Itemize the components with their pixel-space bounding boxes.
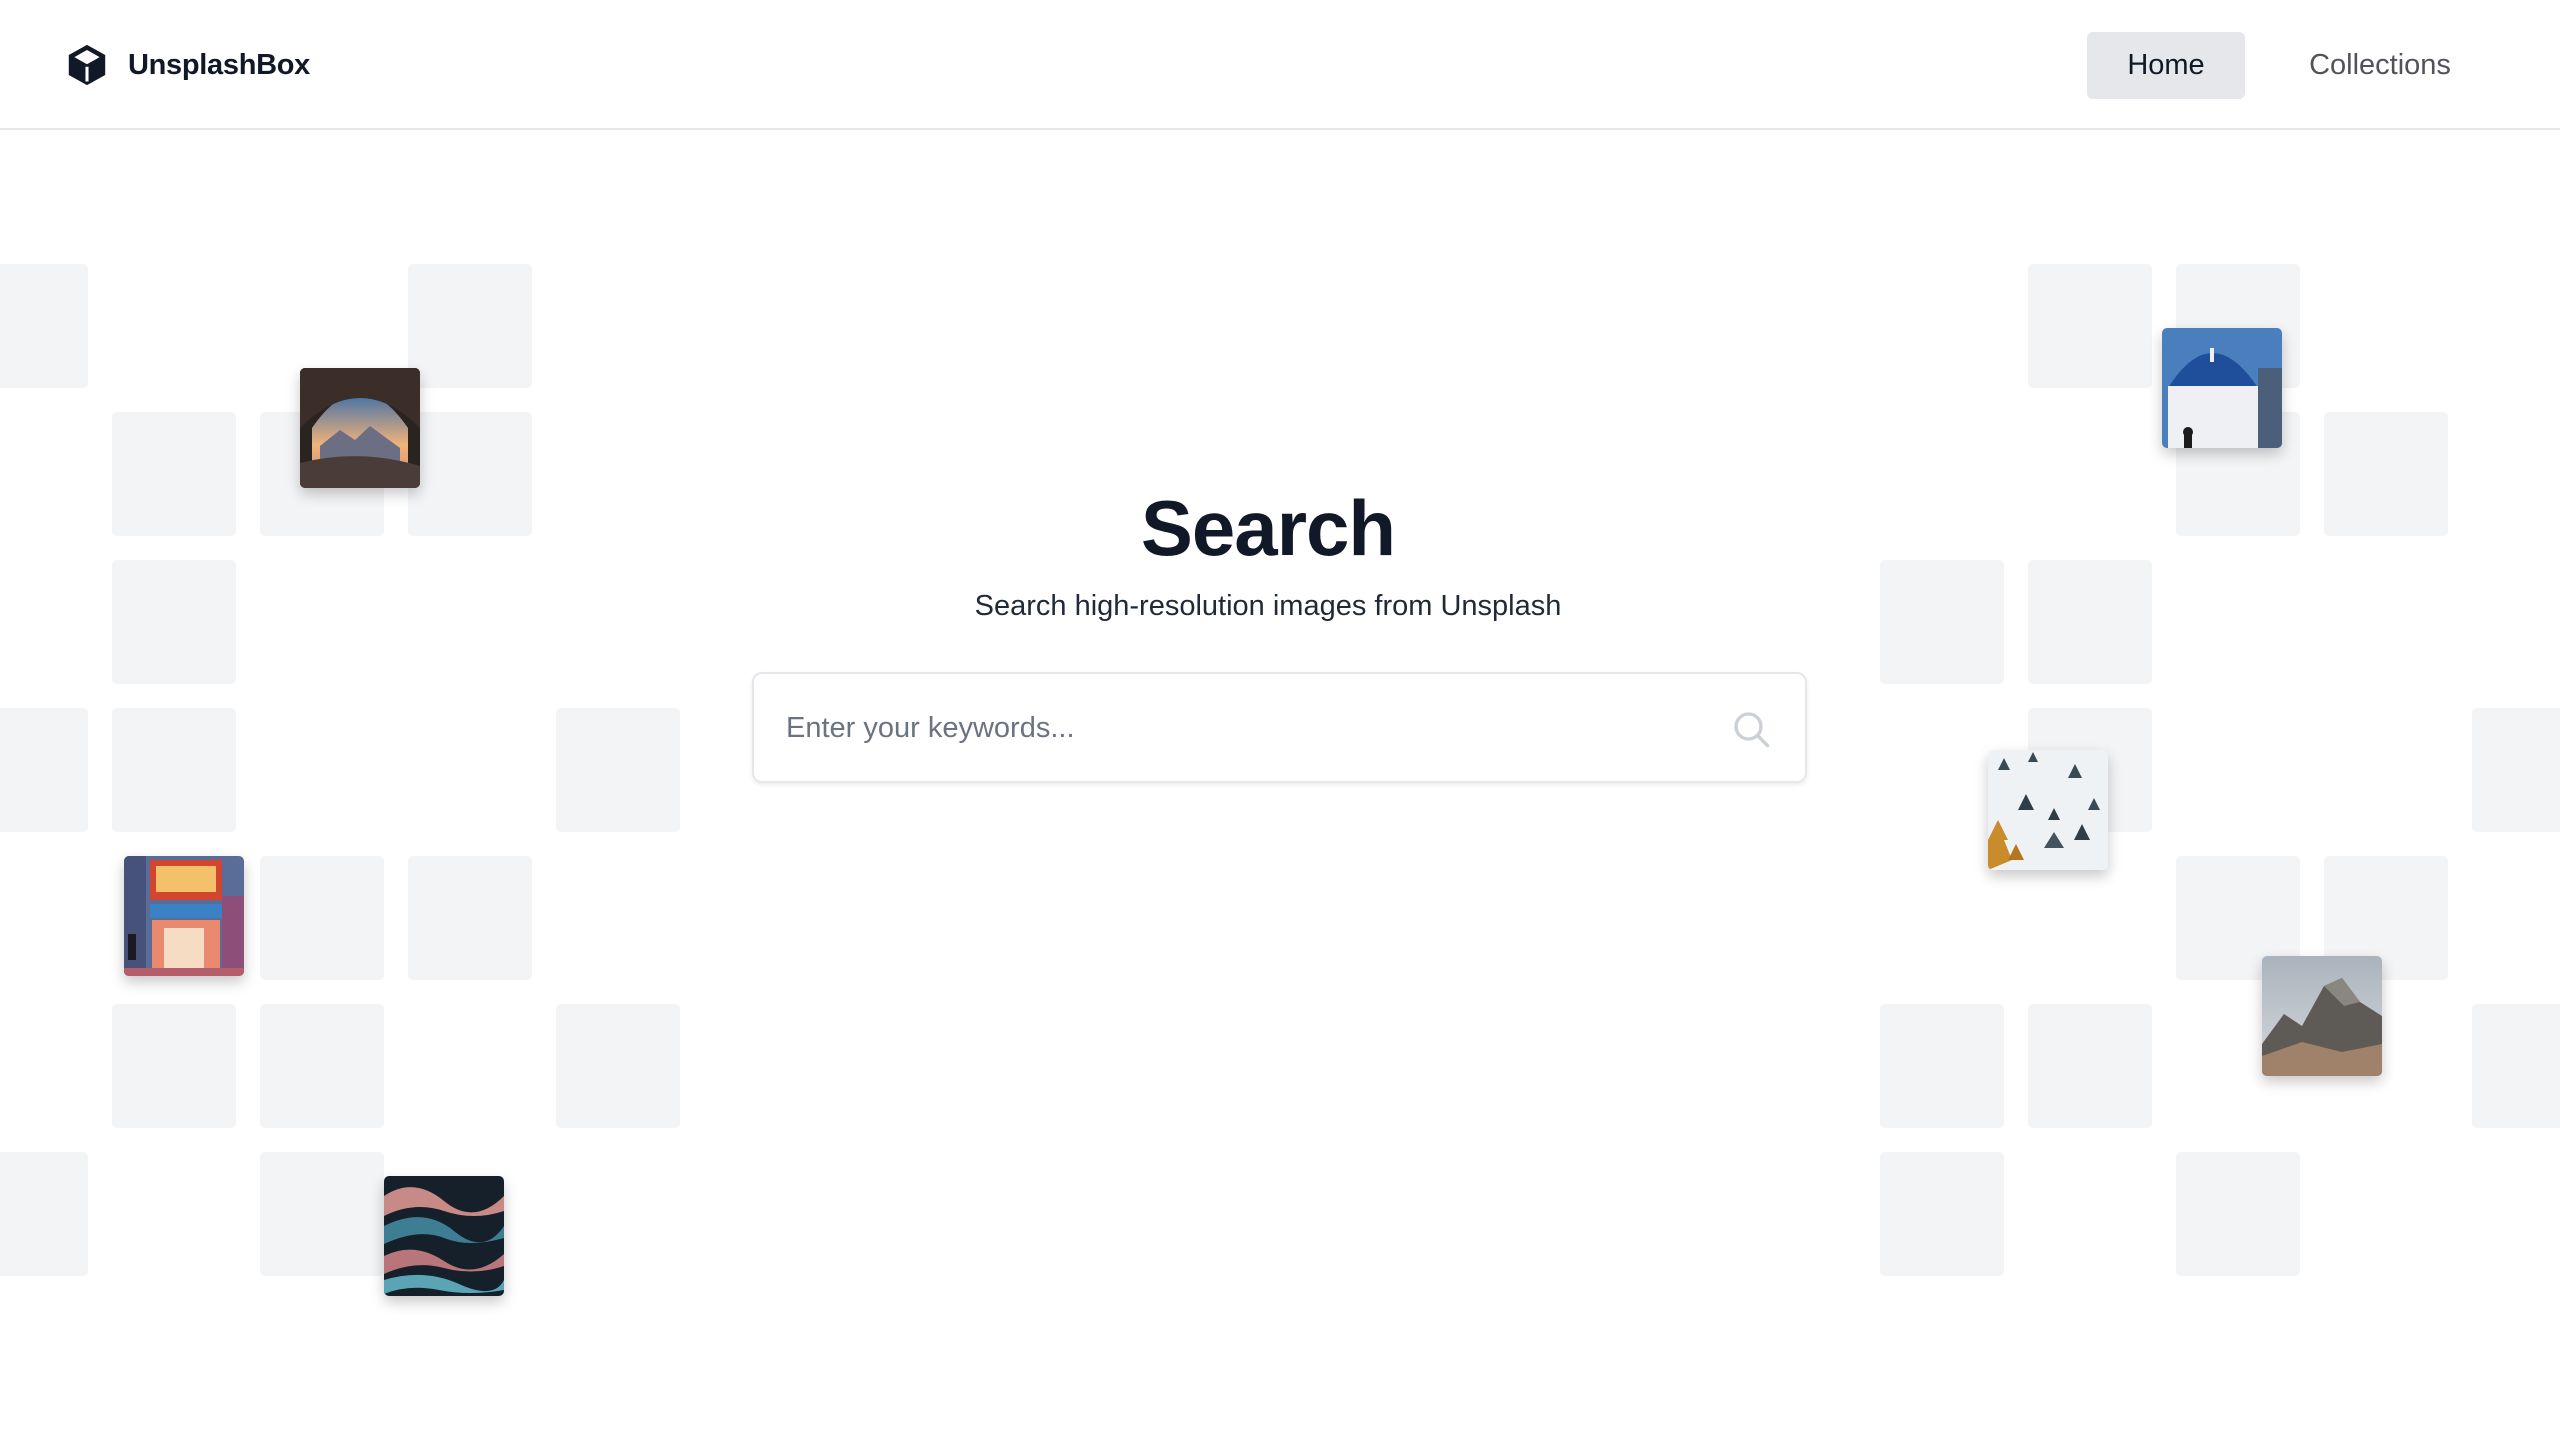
grid-tile bbox=[112, 1004, 236, 1128]
photo-blue-dome bbox=[2162, 328, 2282, 448]
photo-neon-storefront bbox=[124, 856, 244, 976]
search-icon[interactable] bbox=[1731, 709, 1771, 749]
grid-tile bbox=[2472, 1004, 2560, 1128]
grid-tile bbox=[0, 708, 88, 832]
cube-icon bbox=[68, 44, 106, 86]
grid-tile bbox=[260, 1004, 384, 1128]
grid-tile bbox=[2176, 1152, 2300, 1276]
page-subtitle: Search high-resolution images from Unspl… bbox=[974, 590, 1562, 622]
grid-tile bbox=[556, 1004, 680, 1128]
search-bar bbox=[752, 672, 1807, 783]
grid-tile bbox=[2472, 708, 2560, 832]
grid-tile bbox=[260, 1152, 384, 1276]
grid-tile bbox=[556, 708, 680, 832]
top-navbar: UnsplashBox Home Collections bbox=[0, 0, 2560, 130]
nav-collections-button[interactable]: Collections bbox=[2280, 32, 2480, 99]
photo-abstract-waves bbox=[384, 1176, 504, 1296]
brand-logo[interactable]: UnsplashBox bbox=[64, 40, 310, 90]
photo-rock-arch bbox=[300, 368, 420, 488]
grid-tile bbox=[1880, 1152, 2004, 1276]
grid-tile bbox=[408, 264, 532, 388]
grid-tile bbox=[2028, 264, 2152, 388]
photo-snowy-forest bbox=[1988, 750, 2108, 870]
grid-tile bbox=[0, 264, 88, 388]
brand-name: UnsplashBox bbox=[128, 48, 311, 81]
grid-tile bbox=[1880, 1004, 2004, 1128]
photo-mountain-peak bbox=[2262, 956, 2382, 1076]
page-title: Search bbox=[1140, 484, 1396, 572]
grid-tile bbox=[260, 856, 384, 980]
grid-tile bbox=[0, 1152, 88, 1276]
grid-tile bbox=[408, 856, 532, 980]
nav-home-button[interactable]: Home bbox=[2087, 32, 2245, 99]
search-input[interactable] bbox=[784, 674, 1708, 783]
grid-tile bbox=[2028, 1004, 2152, 1128]
grid-tile bbox=[112, 708, 236, 832]
